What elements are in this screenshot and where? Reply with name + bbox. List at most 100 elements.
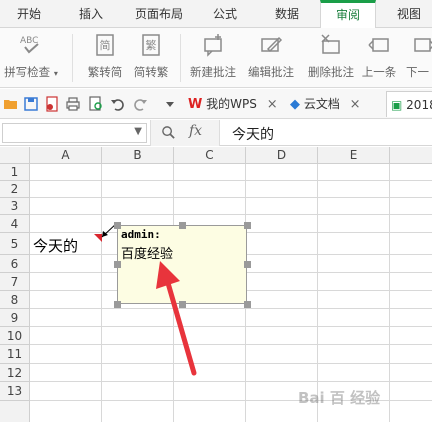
spreadsheet-icon: ▣	[391, 98, 403, 112]
column-header-a[interactable]: A	[30, 147, 102, 164]
svg-text:ABC: ABC	[20, 36, 38, 46]
edit-comment-icon	[261, 36, 283, 53]
spell-check-button[interactable]: ABC 拼写检查 ▾	[2, 31, 60, 85]
next-comment-button[interactable]: 下一	[402, 31, 432, 85]
row-header-9[interactable]: 9	[0, 309, 30, 327]
spell-check-icon: ABC	[20, 36, 39, 54]
grid-line	[30, 363, 432, 364]
new-comment-label: 新建批注	[190, 65, 236, 79]
select-all-corner[interactable]	[0, 147, 30, 164]
save-icon[interactable]	[23, 96, 39, 112]
name-box[interactable]: ▼	[2, 123, 147, 143]
function-icon[interactable]: fx	[189, 123, 202, 139]
zoom-icon[interactable]	[161, 125, 176, 140]
grid-line	[101, 164, 102, 422]
row-header-1[interactable]: 1	[0, 164, 30, 181]
grid-line	[389, 164, 390, 422]
edit-comment-button[interactable]: 编辑批注	[242, 31, 300, 85]
previous-comment-button[interactable]: 上一条	[352, 31, 406, 85]
ribbon-review: ABC 拼写检查 ▾ 简 繁转简 繁 简转繁 新建批注 编辑批注 删除批注 上一…	[0, 28, 432, 88]
tab-view[interactable]: 视图	[386, 0, 432, 28]
resize-handle[interactable]	[244, 301, 251, 308]
svg-text:繁: 繁	[146, 38, 157, 52]
column-header-b[interactable]: B	[102, 147, 174, 164]
quick-access-bar: W 我的WPS × ◆ 云文档 × ▣ 2018	[0, 89, 432, 119]
ribbon-tab-bar: 开始 插入 页面布局 公式 数据 审阅 视图	[0, 0, 432, 29]
grid-line	[317, 164, 318, 422]
doc-tab-cloud-docs[interactable]: ◆ 云文档 ×	[290, 91, 361, 117]
resize-handle[interactable]	[114, 261, 121, 268]
new-comment-button[interactable]: 新建批注	[184, 31, 242, 85]
column-header-d[interactable]: D	[246, 147, 318, 164]
redo-icon[interactable]	[132, 96, 148, 112]
row-header-13[interactable]: 13	[0, 382, 30, 401]
row-header-6[interactable]: 6	[0, 255, 30, 273]
tab-review[interactable]: 审阅	[320, 0, 376, 29]
watermark-logo: Bai 百 经验	[298, 389, 381, 407]
row-header-14[interactable]	[0, 401, 30, 422]
print-icon[interactable]	[65, 96, 81, 112]
open-folder-icon[interactable]	[3, 96, 19, 112]
tab-home[interactable]: 开始	[4, 0, 54, 28]
cell-a5[interactable]: 今天的	[33, 235, 78, 256]
column-header-f[interactable]	[390, 147, 432, 164]
spreadsheet-grid[interactable]: A B C D E 1 2 3 4 5 6 7 8 9 10 11 12 13 …	[0, 147, 432, 422]
wps-logo-icon: W	[188, 97, 203, 112]
customize-dropdown-icon[interactable]	[162, 96, 178, 112]
row-header-7[interactable]: 7	[0, 273, 30, 291]
new-comment-icon	[204, 34, 222, 57]
column-header-c[interactable]: C	[174, 147, 246, 164]
simp-to-trad-button[interactable]: 繁 简转繁	[122, 31, 180, 85]
tab-formulas[interactable]: 公式	[200, 0, 250, 28]
formula-bar: ▼ fx 今天的	[0, 120, 432, 146]
resize-handle[interactable]	[244, 222, 251, 229]
row-header-4[interactable]: 4	[0, 215, 30, 233]
simp-to-trad-icon: 繁	[142, 34, 160, 56]
row-header-8[interactable]: 8	[0, 291, 30, 309]
resize-handle[interactable]	[114, 301, 121, 308]
column-header-e[interactable]: E	[318, 147, 390, 164]
resize-handle[interactable]	[244, 261, 251, 268]
edit-comment-label: 编辑批注	[248, 65, 294, 79]
row-header-10[interactable]: 10	[0, 327, 30, 345]
row-header-12[interactable]: 12	[0, 364, 30, 382]
formula-input[interactable]: 今天的	[232, 124, 274, 144]
close-tab-icon[interactable]: ×	[267, 97, 278, 112]
grid-line	[30, 326, 432, 327]
doc-tab-spreadsheet[interactable]: ▣ 2018	[386, 91, 432, 117]
grid-line	[30, 308, 432, 309]
comment-author: admin:	[121, 228, 161, 241]
grid-line	[30, 381, 432, 382]
resize-handle[interactable]	[179, 222, 186, 229]
row-header-11[interactable]: 11	[0, 345, 30, 364]
row-header-3[interactable]: 3	[0, 198, 30, 215]
ribbon-separator	[72, 34, 73, 82]
print-preview-icon[interactable]	[88, 96, 104, 112]
simp-to-trad-label: 简转繁	[133, 65, 169, 79]
row-header-2[interactable]: 2	[0, 181, 30, 198]
formula-tools: fx	[150, 120, 220, 146]
tab-insert[interactable]: 插入	[66, 0, 116, 28]
next-comment-icon	[414, 38, 432, 52]
tab-data[interactable]: 数据	[262, 0, 312, 28]
trad-to-simp-icon: 简	[96, 34, 114, 56]
doc-tab-my-wps[interactable]: W 我的WPS ×	[188, 91, 278, 117]
grid-line	[30, 214, 432, 215]
undo-icon[interactable]	[110, 96, 126, 112]
grid-line	[30, 180, 432, 181]
next-comment-label: 下一	[406, 65, 429, 79]
delete-comment-icon	[321, 34, 340, 54]
previous-comment-label: 上一条	[361, 65, 397, 79]
resize-handle[interactable]	[114, 222, 121, 229]
previous-comment-icon	[368, 38, 389, 52]
row-header-5[interactable]: 5	[0, 233, 30, 255]
svg-text:简: 简	[100, 38, 111, 52]
grid-line	[30, 344, 432, 345]
spell-check-label: 拼写检查 ▾	[4, 65, 58, 79]
close-tab-icon[interactable]: ×	[350, 97, 361, 112]
tab-page-layout[interactable]: 页面布局	[128, 0, 190, 28]
grid-line	[30, 197, 432, 198]
chevron-down-icon[interactable]: ▼	[134, 126, 142, 137]
annotation-arrow-icon	[156, 261, 197, 376]
export-pdf-icon[interactable]	[44, 96, 60, 112]
